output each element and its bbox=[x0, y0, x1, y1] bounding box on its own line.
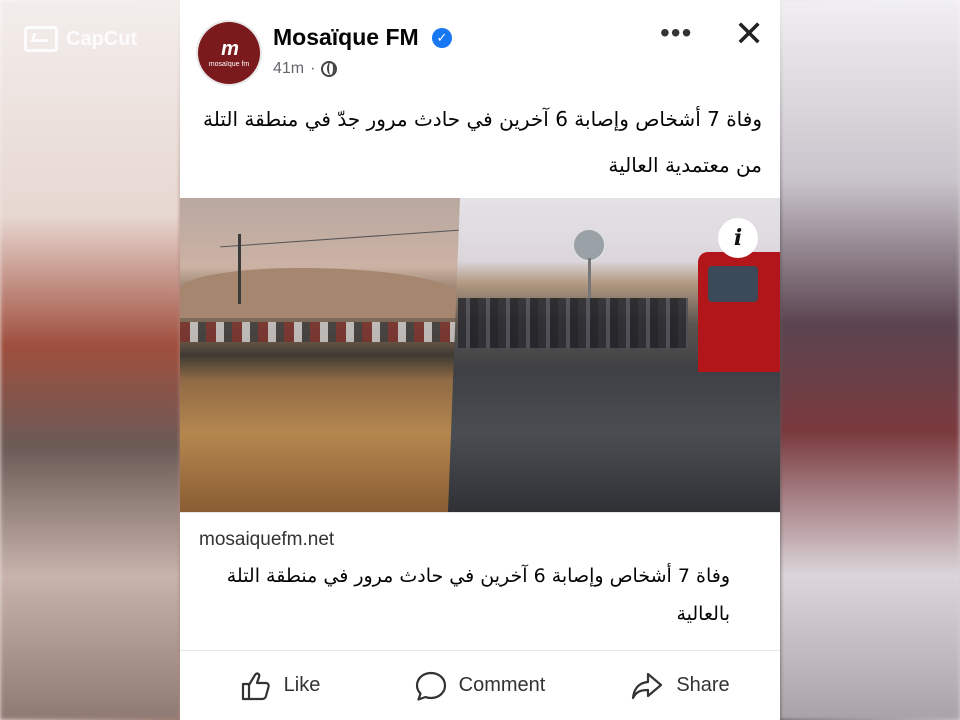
fire-truck bbox=[698, 252, 780, 372]
post-time[interactable]: 41m bbox=[273, 60, 304, 78]
hill bbox=[180, 268, 460, 318]
like-label: Like bbox=[283, 674, 321, 696]
globe-icon bbox=[321, 61, 338, 77]
post-image[interactable] bbox=[180, 198, 780, 512]
background-right-blur bbox=[780, 0, 960, 720]
power-pole bbox=[238, 234, 241, 304]
avatar-logo-subtext: mosaïque fm bbox=[208, 60, 250, 68]
like-button[interactable]: Like bbox=[180, 651, 380, 720]
background-left-blur bbox=[0, 0, 180, 720]
avatar[interactable]: m mosaïque fm bbox=[198, 22, 260, 84]
avatar-logo-text: m bbox=[221, 37, 239, 60]
crowd bbox=[458, 298, 688, 348]
share-arrow-icon bbox=[632, 672, 663, 699]
info-icon[interactable]: i bbox=[718, 218, 758, 258]
post-header: m mosaïque fm Mosaïque FM ✓ 41m · ••• ✕ bbox=[180, 0, 780, 92]
page-name[interactable]: Mosaïque FM bbox=[273, 24, 419, 51]
share-label: Share bbox=[676, 674, 730, 696]
post-meta: 41m · bbox=[273, 60, 338, 78]
post-text: وفاة 7 أشخاص وإصابة 6 آخرين في حادث مرور… bbox=[203, 107, 762, 177]
share-button[interactable]: Share bbox=[580, 651, 780, 720]
capcut-logo-icon bbox=[24, 26, 58, 52]
road-sign bbox=[572, 228, 606, 262]
watermark-label: CapCut bbox=[66, 27, 138, 50]
close-icon[interactable]: ✕ bbox=[734, 16, 764, 52]
image-left-field-scene bbox=[180, 198, 460, 512]
action-bar: Like Comment Share bbox=[180, 651, 780, 720]
verified-badge-icon: ✓ bbox=[432, 28, 452, 48]
comment-button[interactable]: Comment bbox=[380, 651, 580, 720]
capcut-watermark: CapCut bbox=[24, 26, 137, 52]
more-options-icon[interactable]: ••• bbox=[660, 19, 692, 47]
link-domain: mosaiquefm.net bbox=[199, 529, 335, 550]
comment-label: Comment bbox=[458, 674, 546, 696]
link-preview[interactable]: mosaiquefm.net وفاة 7 أشخاص وإصابة 6 آخر… bbox=[180, 512, 780, 651]
thumbs-up-icon bbox=[241, 671, 270, 700]
link-title: وفاة 7 أشخاص وإصابة 6 آخرين في حادث مرور… bbox=[226, 565, 730, 625]
power-wire bbox=[220, 229, 460, 248]
facebook-post-card: m mosaïque fm Mosaïque FM ✓ 41m · ••• ✕ … bbox=[180, 0, 780, 720]
meta-separator: · bbox=[310, 60, 316, 77]
parked-cars bbox=[180, 322, 460, 342]
comment-bubble-icon bbox=[415, 671, 446, 701]
